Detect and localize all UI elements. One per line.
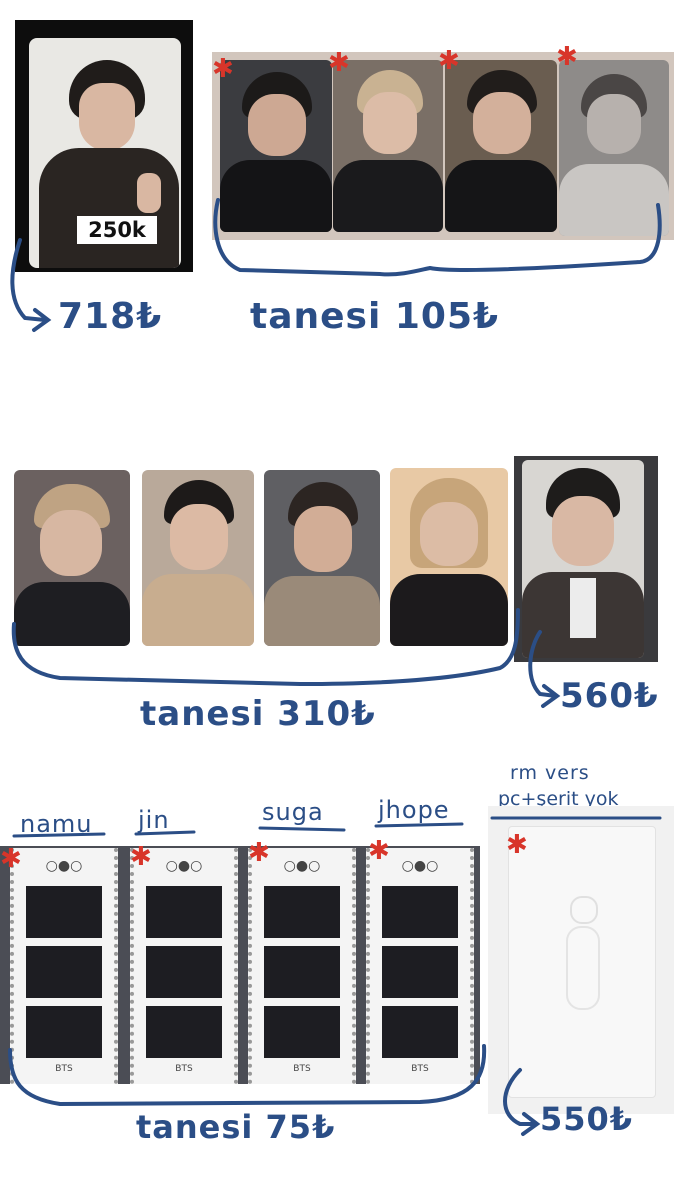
group-price-label: tanesi 75₺: [136, 1108, 336, 1146]
rm-price-label: 550₺: [540, 1100, 634, 1138]
annotation-lines-3: [8, 816, 662, 1136]
